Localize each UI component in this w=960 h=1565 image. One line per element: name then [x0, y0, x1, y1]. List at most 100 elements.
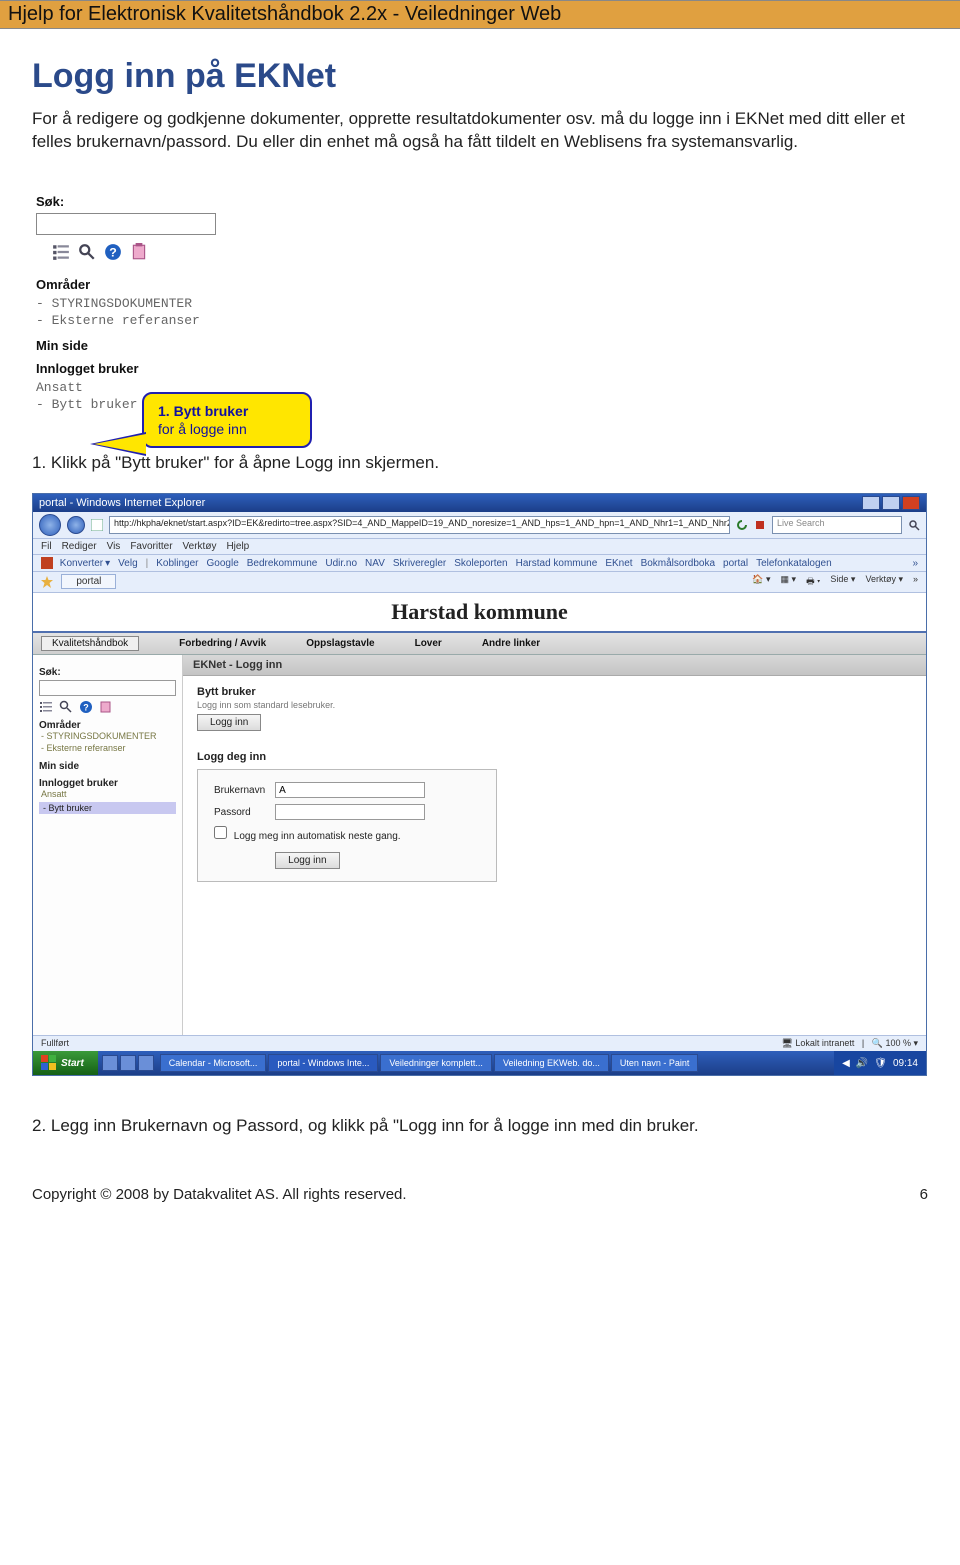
login-box: Brukernavn Passord Logg meg inn automati…: [197, 769, 497, 882]
menu-fil[interactable]: Fil: [41, 541, 52, 552]
quicklaunch-icon[interactable]: [120, 1055, 136, 1071]
taskbar-item[interactable]: Uten navn - Paint: [611, 1054, 699, 1072]
bookmark-item[interactable]: Skriveregler: [393, 557, 446, 569]
print-icon[interactable]: 🖶 ▾: [806, 574, 820, 590]
taskbar-item[interactable]: Veiledninger komplett...: [380, 1054, 492, 1072]
ps-search-input[interactable]: [39, 680, 176, 696]
nav-kvalitetshandbok[interactable]: Kvalitetshåndbok: [41, 636, 139, 651]
menu-hjelp[interactable]: Hjelp: [226, 541, 249, 552]
clock: 09:14: [893, 1058, 918, 1069]
nav-lover[interactable]: Lover: [415, 638, 442, 649]
close-button[interactable]: [902, 496, 920, 510]
main-header: EKNet - Logg inn: [183, 655, 926, 676]
ps-omrader-item[interactable]: - Eksterne referanser: [41, 743, 176, 755]
feed-icon[interactable]: ▦ ▾: [781, 574, 797, 590]
address-bar[interactable]: http://hkpha/eknet/start.aspx?ID=EK&redi…: [109, 516, 730, 534]
search-go-icon[interactable]: [908, 519, 920, 531]
zoom-icon[interactable]: 🔍: [872, 1038, 883, 1048]
bookmark-item[interactable]: Bokmålsordboka: [641, 557, 715, 569]
omrader-item[interactable]: - STYRINGSDOKUMENTER: [36, 296, 322, 313]
velg-label[interactable]: Velg: [118, 557, 137, 569]
ps-ansatt: Ansatt: [41, 789, 176, 801]
bookmark-item[interactable]: NAV: [365, 557, 385, 569]
bytt-logg-inn-button[interactable]: Logg inn: [197, 714, 261, 731]
ps-omrader-item[interactable]: - STYRINGSDOKUMENTER: [41, 731, 176, 743]
help-icon[interactable]: ?: [79, 700, 93, 714]
page-menu[interactable]: Side ▾: [830, 574, 855, 590]
quicklaunch-icon[interactable]: [102, 1055, 118, 1071]
forward-button[interactable]: [67, 516, 85, 534]
ps-minside[interactable]: Min side: [39, 761, 176, 772]
portal-main: EKNet - Logg inn Bytt bruker Logg inn so…: [183, 655, 926, 1035]
menu-vis[interactable]: Vis: [107, 541, 121, 552]
bookmark-item[interactable]: Udir.no: [325, 557, 357, 569]
brukernavn-label: Brukernavn: [210, 780, 269, 800]
bookmark-item[interactable]: EKnet: [605, 557, 632, 569]
taskbar-item-active[interactable]: portal - Windows Inte...: [268, 1054, 378, 1072]
quicklaunch-icon[interactable]: [138, 1055, 154, 1071]
logg-inn-button[interactable]: Logg inn: [275, 852, 339, 869]
ps-bytt-bruker[interactable]: - Bytt bruker: [39, 802, 176, 814]
ie-menubar: Fil Rediger Vis Favoritter Verktøy Hjelp: [33, 539, 926, 555]
bookmark-item[interactable]: Telefonkatalogen: [756, 557, 832, 569]
page-icon: [91, 519, 103, 531]
tray-icon[interactable]: 🛡: [874, 1058, 887, 1069]
search-icon[interactable]: [78, 243, 96, 261]
bookmark-item[interactable]: Google: [207, 557, 239, 569]
nav-andre-linker[interactable]: Andre linker: [482, 638, 540, 649]
portal-nav: Kvalitetshåndbok Forbedring / Avvik Opps…: [33, 633, 926, 655]
omrader-item[interactable]: - Eksterne referanser: [36, 313, 322, 330]
step1-text: 1. Klikk på "Bytt bruker" for å åpne Log…: [32, 453, 928, 473]
tray-icon[interactable]: ◀: [842, 1058, 850, 1069]
status-zone: Lokalt intranett: [795, 1038, 854, 1048]
clipboard-icon[interactable]: [99, 700, 113, 714]
passord-input[interactable]: [275, 804, 425, 820]
menu-rediger[interactable]: Rediger: [62, 541, 97, 552]
clipboard-icon[interactable]: [130, 243, 148, 261]
remember-checkbox[interactable]: [214, 826, 227, 839]
favorites-icon[interactable]: [41, 576, 53, 588]
bookmark-item[interactable]: Bedrekommune: [247, 557, 318, 569]
footer: Copyright © 2008 by Datakvalitet AS. All…: [0, 1156, 960, 1223]
portal-banner: Harstad kommune: [33, 593, 926, 633]
browser-tab[interactable]: portal: [61, 574, 116, 589]
windows-logo-icon: [41, 1055, 57, 1071]
taskbar-item[interactable]: Calendar - Microsoft...: [160, 1054, 267, 1072]
brukernavn-input[interactable]: [275, 782, 425, 798]
nav-forbedring[interactable]: Forbedring / Avvik: [179, 638, 266, 649]
bookmark-item[interactable]: Skoleporten: [454, 557, 507, 569]
innlogget-label: Innlogget bruker: [36, 361, 322, 376]
browser-search[interactable]: Live Search: [772, 516, 902, 534]
callout-step-bold: Bytt bruker: [174, 403, 249, 419]
menu-verktoy[interactable]: Verktøy: [183, 541, 217, 552]
doc-header: Hjelp for Elektronisk Kvalitetshåndbok 2…: [0, 0, 960, 29]
status-zoom[interactable]: 100 %: [885, 1038, 911, 1048]
system-tray[interactable]: ◀ 🔊 🛡 09:14: [834, 1051, 926, 1075]
list-icon[interactable]: [39, 700, 53, 714]
tray-icon[interactable]: 🔊: [856, 1058, 868, 1069]
minimize-button[interactable]: [862, 496, 880, 510]
search-icon[interactable]: [59, 700, 73, 714]
back-button[interactable]: [39, 514, 61, 536]
ps-omrader: Områder: [39, 720, 176, 731]
konverter-label[interactable]: Konverter ▾: [41, 557, 110, 569]
home-icon[interactable]: 🏠 ▾: [752, 574, 770, 590]
tools-menu[interactable]: Verktøy ▾: [865, 574, 903, 590]
ie-linksbar: Konverter ▾ Velg | Koblinger Google Bedr…: [33, 555, 926, 572]
ie-statusbar: Fullført 🖥 Lokalt intranett | 🔍 100 % ▾: [33, 1035, 926, 1051]
minside-label[interactable]: Min side: [36, 338, 322, 353]
bookmark-item[interactable]: portal: [723, 557, 748, 569]
nav-oppslagstavle[interactable]: Oppslagstavle: [306, 638, 374, 649]
start-button[interactable]: Start: [33, 1051, 98, 1075]
sok-label: Søk:: [36, 194, 322, 209]
taskbar-item[interactable]: Veiledning EKWeb. do...: [494, 1054, 609, 1072]
bookmark-item[interactable]: Harstad kommune: [516, 557, 598, 569]
svg-text:?: ?: [83, 703, 89, 713]
list-icon[interactable]: [52, 243, 70, 261]
refresh-icon[interactable]: [736, 519, 748, 531]
help-icon[interactable]: ?: [104, 243, 122, 261]
stop-icon[interactable]: [754, 519, 766, 531]
search-input[interactable]: [36, 213, 216, 235]
menu-favoritter[interactable]: Favoritter: [130, 541, 172, 552]
maximize-button[interactable]: [882, 496, 900, 510]
